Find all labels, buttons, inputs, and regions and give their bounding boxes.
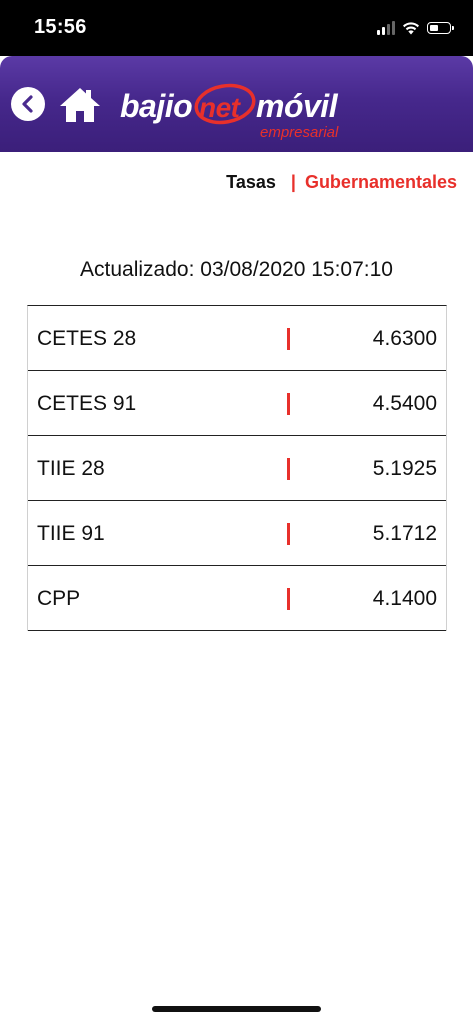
app-header: bajio net móvil empresarial <box>0 56 473 152</box>
logo-text-net: net <box>199 92 240 123</box>
column-divider <box>287 393 290 415</box>
breadcrumb-tasas-link[interactable]: Tasas <box>226 172 276 192</box>
rate-value: 4.1400 <box>372 587 437 610</box>
home-button[interactable] <box>58 86 102 124</box>
home-indicator[interactable] <box>152 1006 321 1012</box>
rate-name: CPP <box>37 587 81 610</box>
chevron-left-icon <box>22 95 33 113</box>
breadcrumb: Tasas | Gubernamentales <box>226 172 457 193</box>
status-time: 15:56 <box>34 16 87 38</box>
rate-value: 5.1712 <box>372 522 437 545</box>
column-divider <box>287 328 290 350</box>
table-row: CETES 91 4.5400 <box>28 371 446 436</box>
table-row: TIIE 28 5.1925 <box>28 436 446 501</box>
rate-name: TIIE 28 <box>37 457 105 480</box>
logo-text-bajio: bajio <box>120 88 193 124</box>
table-row: CPP 4.1400 <box>28 566 446 631</box>
table-row: TIIE 91 5.1712 <box>28 501 446 566</box>
rate-name: CETES 28 <box>37 327 137 350</box>
breadcrumb-separator: | <box>290 172 296 192</box>
column-divider <box>287 458 290 480</box>
back-button[interactable] <box>11 87 45 121</box>
table-row: CETES 28 4.6300 <box>28 306 446 371</box>
rate-value: 4.6300 <box>372 327 437 350</box>
battery-icon <box>427 22 454 34</box>
home-icon <box>60 88 100 122</box>
rates-table: CETES 28 4.6300 CETES 91 4.5400 TIIE 28 … <box>27 305 447 631</box>
rate-name: CETES 91 <box>37 392 137 415</box>
rate-value: 4.5400 <box>372 392 437 415</box>
status-bar: 15:56 <box>0 0 473 56</box>
updated-timestamp: Actualizado: 03/08/2020 15:07:10 <box>80 258 393 281</box>
logo-text-movil: móvil <box>256 88 338 124</box>
logo-text-empresarial: empresarial <box>260 124 339 141</box>
status-icons <box>377 19 454 37</box>
column-divider <box>287 523 290 545</box>
rate-value: 5.1925 <box>372 457 437 480</box>
rate-name: TIIE 91 <box>37 522 105 545</box>
bajionet-movil-logo: bajio net móvil empresarial <box>120 74 360 146</box>
cellular-signal-icon <box>377 21 395 35</box>
wifi-icon <box>403 22 419 35</box>
column-divider <box>287 588 290 610</box>
breadcrumb-current: Gubernamentales <box>304 172 457 192</box>
